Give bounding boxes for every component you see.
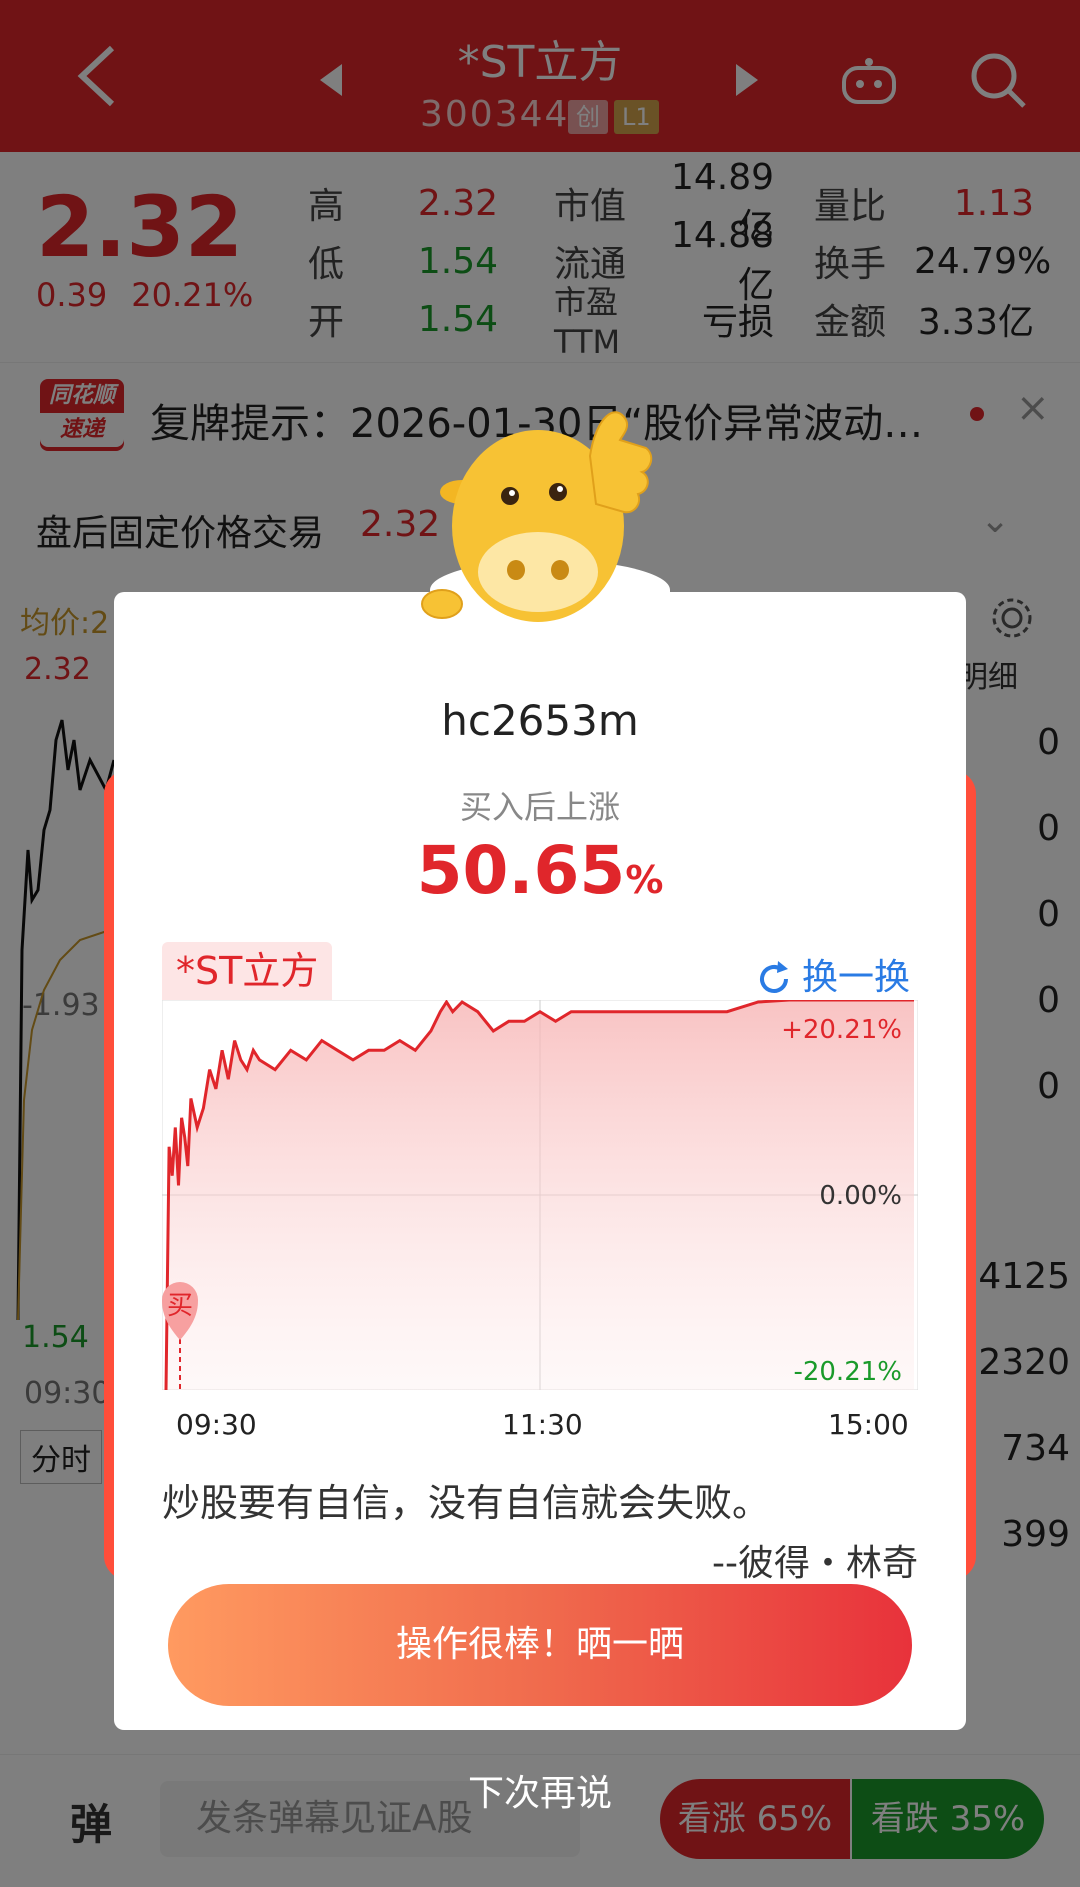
refresh-icon: [760, 961, 788, 993]
refresh-button[interactable]: 换一换: [754, 948, 910, 1000]
gain-unit: %: [625, 858, 664, 902]
gain-subtitle: 买入后上涨: [459, 788, 620, 826]
x-tick-label: 09:30: [176, 1408, 257, 1441]
quote-author: --彼得・林奇: [712, 1543, 918, 1584]
gain-percent: 50.65%: [114, 832, 966, 909]
share-button[interactable]: 操作很棒！晒一晒: [168, 1584, 912, 1706]
bull-mascot-icon: [421, 411, 653, 622]
dismiss-link[interactable]: 下次再说: [0, 1764, 1080, 1816]
y-tick-label: 0.00%: [819, 1181, 902, 1211]
x-tick-label: 11:30: [502, 1408, 583, 1441]
x-tick-label: 15:00: [828, 1408, 909, 1441]
buy-marker-label: 买: [167, 1291, 193, 1321]
share-popup: hc2653m 买入后上涨 50.65% *ST立方 换一换 买 +20.21%…: [114, 592, 966, 1730]
y-tick-label: +20.21%: [781, 1015, 902, 1045]
y-tick-label: -20.21%: [793, 1357, 902, 1387]
gain-value: 50.65: [416, 832, 626, 909]
chart-stock-tag: *ST立方: [162, 942, 333, 1000]
intraday-gain-chart: 买 +20.21% 0.00% -20.21%: [162, 1000, 918, 1390]
refresh-label: 换一换: [802, 957, 911, 998]
username: hc2653m: [441, 696, 639, 745]
investment-quote: 炒股要有自信，没有自信就会失败。: [162, 1481, 771, 1525]
